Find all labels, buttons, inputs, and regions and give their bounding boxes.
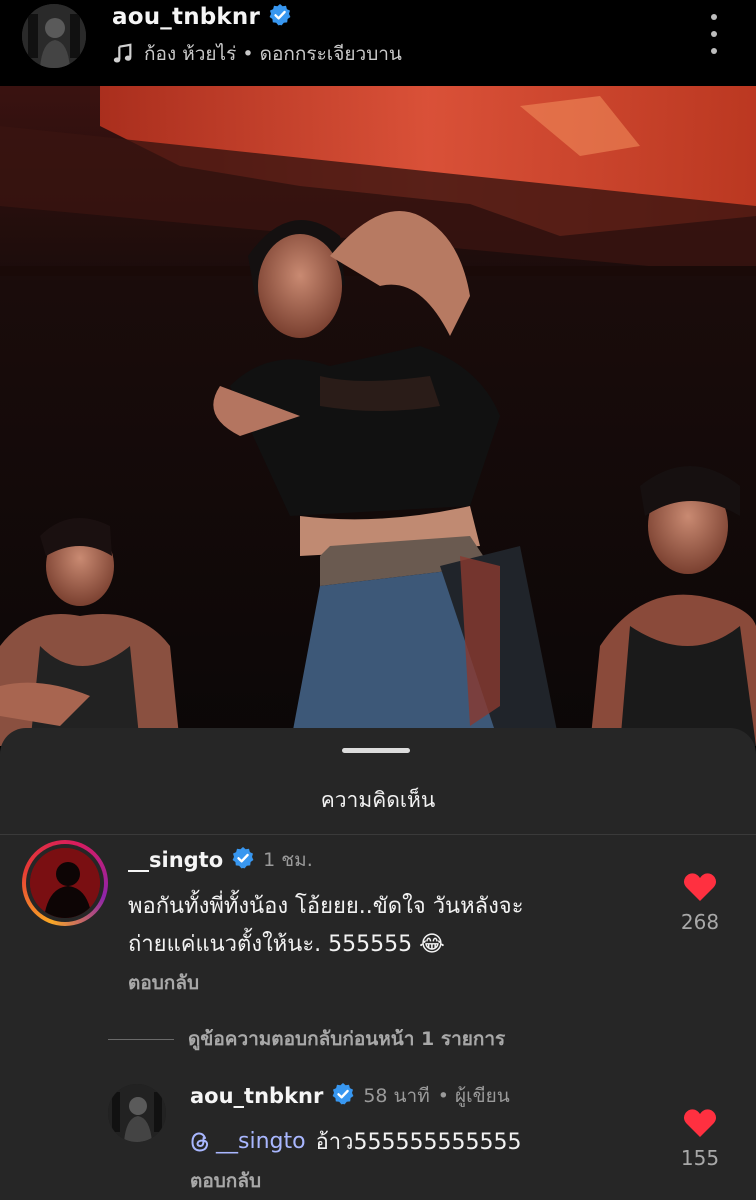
reply-username[interactable]: aou_tnbknr bbox=[190, 1084, 323, 1108]
avatar[interactable] bbox=[22, 4, 86, 68]
like-control: 268 bbox=[670, 872, 730, 934]
mention-username: __singto bbox=[216, 1129, 306, 1154]
like-count: 268 bbox=[680, 910, 720, 934]
view-previous-replies[interactable]: ดูข้อความตอบกลับก่อนหน้า 1 รายการ bbox=[108, 1024, 505, 1054]
music-title: ก้อง ห้วยไร่ • ดอกกระเจียวบาน bbox=[144, 43, 402, 65]
reply-button[interactable]: ตอบกลับ bbox=[190, 1166, 261, 1196]
view-previous-label: ดูข้อความตอบกลับก่อนหน้า 1 รายการ bbox=[188, 1028, 506, 1050]
more-options-icon[interactable] bbox=[700, 14, 728, 54]
music-row[interactable]: ก้อง ห้วยไร่ • ดอกกระเจียวบาน bbox=[112, 40, 402, 68]
comment-time: 1 ชม. bbox=[263, 849, 313, 871]
reply-text: __singto อ้าว555555555555 bbox=[190, 1124, 521, 1159]
reply-body: อ้าว555555555555 bbox=[315, 1130, 522, 1155]
header-username[interactable]: aou_tnbknr bbox=[112, 4, 260, 30]
author-label: • ผู้เขียน bbox=[437, 1085, 510, 1107]
comment-text-line: พอกันทั้งพี่ทั้งน้อง โอ้ยยย..ขัดใจ วันหล… bbox=[128, 894, 524, 919]
music-note-icon bbox=[113, 43, 132, 63]
reply-time: 58 นาที bbox=[363, 1085, 430, 1107]
like-count: 155 bbox=[680, 1146, 720, 1170]
verified-badge-icon bbox=[331, 1082, 355, 1110]
divider bbox=[108, 1038, 174, 1040]
post-header: aou_tnbknr ก้อง ห้วยไร่ • ดอกกระเจียวบาน bbox=[0, 0, 756, 86]
header-name-row: aou_tnbknr bbox=[112, 2, 292, 32]
mention-link[interactable]: __singto bbox=[190, 1129, 306, 1154]
avatar[interactable] bbox=[22, 840, 108, 926]
post-photo[interactable] bbox=[0, 86, 756, 746]
reply-button[interactable]: ตอบกลับ bbox=[128, 968, 199, 998]
comment-text-line: ถ่ายแค่แนวตั้งให้นะ. 555555 😂 bbox=[128, 932, 445, 957]
avatar[interactable] bbox=[108, 1084, 166, 1142]
verified-badge-icon bbox=[268, 3, 292, 31]
comment-header: __singto 1 ชม. bbox=[128, 844, 313, 876]
heart-icon[interactable] bbox=[683, 872, 717, 902]
heart-icon[interactable] bbox=[683, 1108, 717, 1138]
app: aou_tnbknr ก้อง ห้วยไร่ • ดอกกระเจียวบาน bbox=[0, 0, 756, 1200]
comment-username[interactable]: __singto bbox=[128, 848, 223, 872]
threads-icon bbox=[191, 1131, 209, 1152]
comment-text: พอกันทั้งพี่ทั้งน้อง โอ้ยยย..ขัดใจ วันหล… bbox=[128, 888, 648, 964]
verified-badge-icon bbox=[231, 846, 255, 874]
reply-header: aou_tnbknr 58 นาที • ผู้เขียน bbox=[190, 1080, 510, 1112]
like-control: 155 bbox=[670, 1108, 730, 1170]
comments-list: __singto 1 ชม. พอกันทั้งพี่ทั้งน้อง โอ้ย… bbox=[0, 728, 756, 1200]
